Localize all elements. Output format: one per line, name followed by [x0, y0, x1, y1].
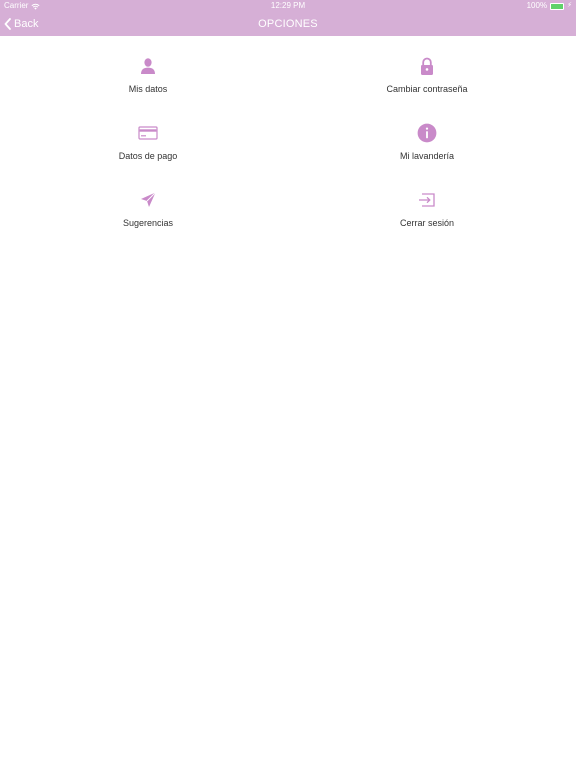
option-label: Cambiar contraseña [386, 84, 468, 94]
user-icon [141, 58, 155, 74]
option-sugerencias[interactable]: Sugerencias [38, 170, 258, 228]
page-title: OPCIONES [258, 18, 318, 30]
battery-fill [551, 3, 564, 9]
status-right: 100% ⚡ [527, 0, 572, 12]
credit-card-icon [138, 126, 158, 140]
battery-icon [550, 2, 565, 10]
option-label: Sugerencias [122, 218, 174, 228]
option-label: Mis datos [128, 84, 168, 94]
charging-icon: ⚡ [567, 2, 572, 9]
paper-plane-icon [141, 192, 156, 207]
info-icon [417, 123, 437, 143]
option-mis-datos[interactable]: Mis datos [38, 36, 258, 94]
nav-bar: Back OPCIONES [0, 12, 576, 36]
status-time: 12:29 PM [270, 1, 306, 10]
option-cambiar-contrasena[interactable]: Cambiar contraseña [317, 36, 537, 94]
option-mi-lavanderia[interactable]: Mi lavandería [317, 103, 537, 161]
battery-percent: 100% [526, 1, 548, 10]
option-cerrar-sesion[interactable]: Cerrar sesión [317, 170, 537, 228]
logout-icon [419, 193, 435, 207]
option-label: Datos de pago [118, 151, 178, 161]
option-datos-de-pago[interactable]: Datos de pago [38, 103, 258, 161]
header: Carrier 12:29 PM 100% ⚡ Back OPCIONES [0, 0, 576, 36]
option-label: Cerrar sesión [399, 218, 455, 228]
option-label: Mi lavandería [399, 151, 455, 161]
lock-icon [421, 57, 433, 75]
status-bar: Carrier 12:29 PM 100% ⚡ [0, 0, 576, 12]
